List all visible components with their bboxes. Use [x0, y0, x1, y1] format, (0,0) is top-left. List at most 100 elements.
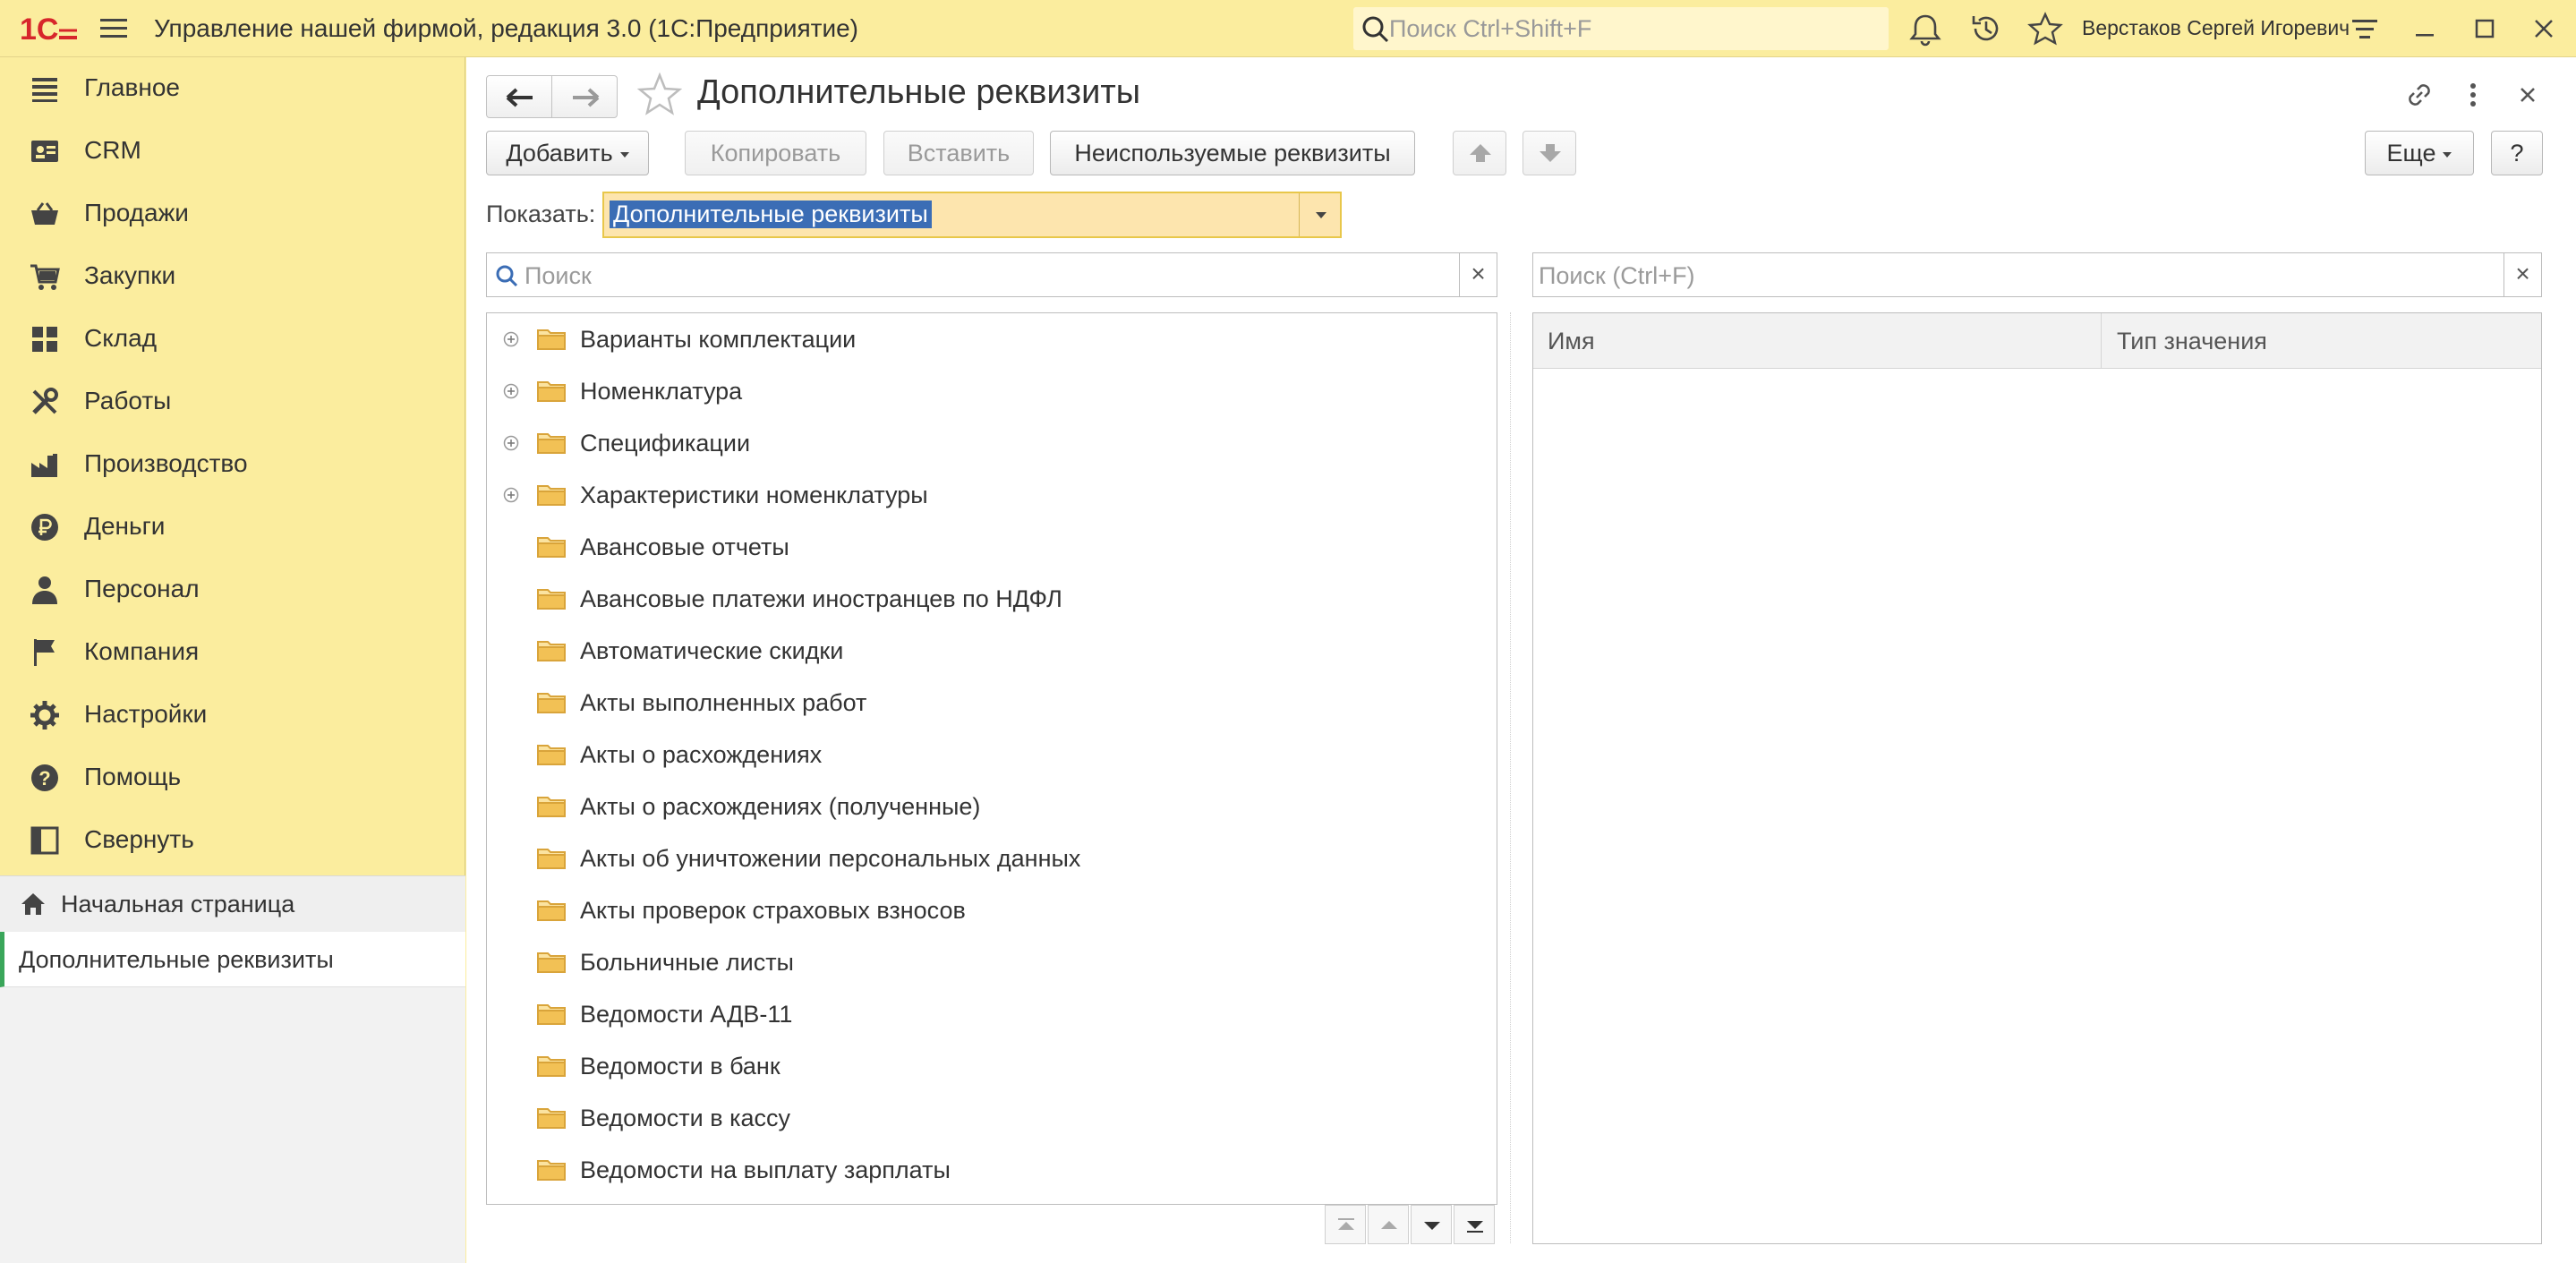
close-window-icon[interactable] — [2526, 11, 2562, 47]
section-works[interactable]: Работы — [0, 371, 465, 433]
tree-row[interactable]: Больничные листы — [487, 936, 1497, 988]
scroll-top-icon — [1338, 1218, 1354, 1230]
tree-row[interactable]: Автоматические скидки — [487, 625, 1497, 677]
more-vertical-icon[interactable] — [2455, 77, 2491, 113]
section-help[interactable]: ? Помощь — [0, 747, 465, 809]
tree-row[interactable]: Ведомости в банк — [487, 1040, 1497, 1092]
tree-search-input[interactable]: Поиск × — [486, 252, 1497, 297]
tree-row[interactable]: Акты проверок страховых взносов — [487, 884, 1497, 936]
tree-row[interactable]: Авансовые отчеты — [487, 521, 1497, 573]
tree-row-label: Номенклатура — [580, 378, 743, 405]
show-select-dropdown[interactable] — [1299, 193, 1340, 236]
section-production[interactable]: Производство — [0, 433, 465, 496]
maximize-icon[interactable] — [2467, 11, 2503, 47]
scroll-to-top-button[interactable] — [1325, 1205, 1366, 1244]
tree-row-label: Акты проверок страховых взносов — [580, 897, 966, 924]
scroll-down-button[interactable] — [1411, 1205, 1452, 1244]
menu-lines-icon — [32, 78, 57, 102]
copy-button[interactable]: Копировать — [685, 131, 866, 175]
folder-icon — [537, 589, 566, 610]
tree-row[interactable]: Акты об уничтожении персональных данных — [487, 832, 1497, 884]
history-icon[interactable] — [1968, 11, 2004, 47]
section-label: CRM — [84, 136, 141, 164]
tree-row[interactable]: Акты о расхождениях — [487, 729, 1497, 781]
section-company[interactable]: Компания — [0, 621, 465, 684]
link-icon[interactable] — [2401, 77, 2437, 113]
section-label: Склад — [84, 324, 158, 352]
tree-row[interactable]: Характеристики номенклатуры — [487, 469, 1497, 521]
settings-lines-icon[interactable] — [2347, 11, 2383, 47]
main-menu-icon[interactable] — [97, 14, 132, 43]
home-icon — [21, 893, 45, 915]
tree-row-label: Ведомости в банк — [580, 1053, 780, 1080]
tree-row[interactable]: Номенклатура — [487, 365, 1497, 417]
unused-attributes-button[interactable]: Неиспользуемые реквизиты — [1050, 131, 1415, 175]
tree-row-label: Больничные листы — [580, 949, 794, 976]
section-money[interactable]: Деньги — [0, 496, 465, 559]
tools-icon — [32, 388, 58, 414]
more-button[interactable]: Еще — [2365, 131, 2474, 175]
scroll-up-icon — [1381, 1221, 1397, 1229]
panel-splitter[interactable] — [1510, 312, 1514, 1243]
dropdown-caret-icon — [2443, 151, 2452, 158]
show-select[interactable]: Дополнительные реквизиты — [602, 192, 1342, 238]
tree-row[interactable]: Акты выполненных работ — [487, 677, 1497, 729]
arrow-up-icon — [1470, 144, 1491, 162]
scroll-up-button[interactable] — [1368, 1205, 1409, 1244]
section-sales[interactable]: Продажи — [0, 183, 465, 245]
open-window-additional-attributes[interactable]: Дополнительные реквизиты — [0, 932, 465, 987]
expand-plus-icon[interactable] — [503, 435, 519, 451]
tree-row[interactable]: Акты о расхождениях (полученные) — [487, 781, 1497, 832]
section-collapse[interactable]: Свернуть — [0, 809, 465, 872]
expand-plus-icon[interactable] — [503, 331, 519, 347]
tree-row[interactable]: Авансовые платежи иностранцев по НДФЛ — [487, 573, 1497, 625]
section-label: Закупки — [84, 261, 176, 289]
favorites-star-icon[interactable] — [2027, 11, 2063, 47]
add-button[interactable]: Добавить — [486, 131, 649, 175]
tree-search-clear-button[interactable]: × — [1459, 253, 1497, 296]
forward-button[interactable] — [551, 75, 618, 118]
back-button[interactable] — [486, 75, 552, 118]
paste-button[interactable]: Вставить — [883, 131, 1034, 175]
1c-logo-icon[interactable]: 1С — [20, 11, 79, 47]
tree-row[interactable]: Спецификации — [487, 417, 1497, 469]
list-search-clear-button[interactable]: × — [2503, 253, 2541, 296]
tree-row[interactable]: Варианты комплектации — [487, 313, 1497, 365]
section-main[interactable]: Главное — [0, 57, 465, 120]
folder-icon — [537, 485, 566, 506]
minimize-icon[interactable] — [2407, 11, 2443, 47]
move-up-button[interactable] — [1453, 131, 1506, 175]
folder-icon — [537, 381, 566, 402]
section-warehouse[interactable]: Склад — [0, 308, 465, 371]
folder-icon — [537, 641, 566, 661]
tree-row[interactable]: Ведомости на выплату зарплаты — [487, 1144, 1497, 1196]
favorite-star-icon[interactable] — [636, 72, 683, 118]
expand-plus-icon[interactable] — [503, 383, 519, 399]
scroll-to-bottom-button[interactable] — [1454, 1205, 1495, 1244]
column-header-value-type[interactable]: Тип значения — [2117, 328, 2267, 355]
bell-icon[interactable] — [1907, 11, 1943, 47]
tree-row[interactable]: Ведомости АДВ-11 — [487, 988, 1497, 1040]
arrow-left-icon — [506, 88, 533, 107]
section-personnel[interactable]: Персонал — [0, 559, 465, 621]
folder-icon — [537, 745, 566, 765]
open-window-home[interactable]: Начальная страница — [0, 876, 465, 932]
close-form-icon[interactable] — [2510, 77, 2546, 113]
column-divider[interactable] — [2101, 313, 2102, 369]
section-settings[interactable]: Настройки — [0, 684, 465, 747]
section-purchases[interactable]: Закупки — [0, 245, 465, 308]
grid-icon — [32, 327, 57, 352]
section-crm[interactable]: CRM — [0, 120, 465, 183]
move-down-button[interactable] — [1523, 131, 1576, 175]
section-label: Главное — [84, 73, 180, 101]
tree-row[interactable]: Ведомости в кассу — [487, 1092, 1497, 1144]
attributes-list: Имя Тип значения — [1532, 312, 2542, 1244]
user-name[interactable]: Верстаков Сергей Игоревич — [2082, 16, 2350, 40]
expand-plus-icon[interactable] — [503, 487, 519, 503]
help-button[interactable]: ? — [2491, 131, 2543, 175]
tree-row-label: Акты о расхождениях (полученные) — [580, 793, 981, 820]
form-title: Дополнительные реквизиты — [697, 73, 1141, 111]
column-header-name[interactable]: Имя — [1548, 328, 1595, 355]
global-search[interactable]: Поиск Ctrl+Shift+F — [1353, 7, 1889, 50]
list-search-input[interactable]: Поиск (Ctrl+F) × — [1532, 252, 2542, 297]
